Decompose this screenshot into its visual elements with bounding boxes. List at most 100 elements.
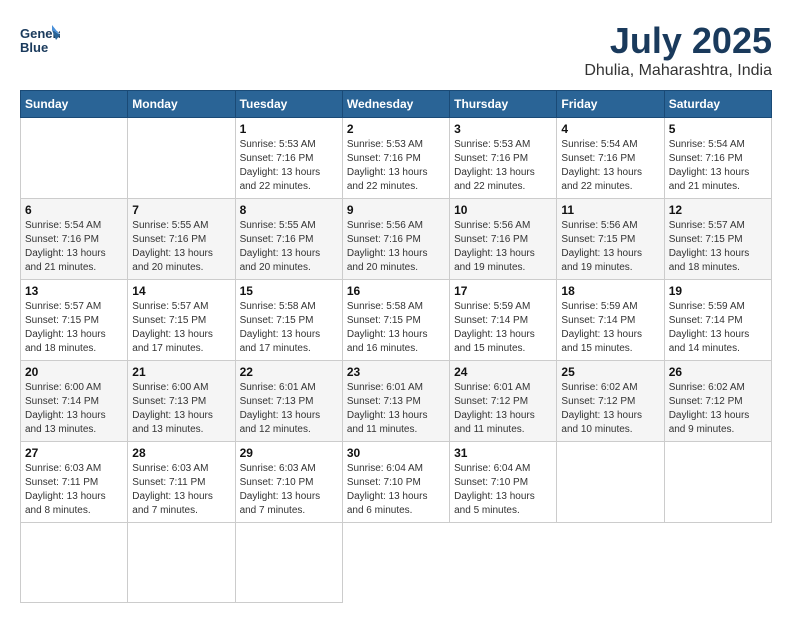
day-number: 24 [454,365,552,379]
day-info: Sunrise: 6:04 AMSunset: 7:10 PMDaylight:… [347,462,445,518]
location-title: Dhulia, Maharashtra, India [584,62,772,80]
day-number: 4 [561,122,659,136]
calendar-day-19: 19 Sunrise: 5:59 AMSunset: 7:14 PMDayligh… [664,280,771,361]
day-info: Sunrise: 6:01 AMSunset: 7:13 PMDaylight:… [347,381,445,437]
month-title: July 2025 [584,20,772,62]
day-number: 12 [669,203,767,217]
day-info: Sunrise: 5:53 AMSunset: 7:16 PMDaylight:… [454,138,552,194]
day-info: Sunrise: 6:03 AMSunset: 7:11 PMDaylight:… [132,462,230,518]
page-header: General Blue July 2025 Dhulia, Maharasht… [20,20,772,80]
calendar-day-4: 4 Sunrise: 5:54 AMSunset: 7:16 PMDaylight… [557,118,664,199]
weekday-header-friday: Friday [557,91,664,118]
day-info: Sunrise: 5:54 AMSunset: 7:16 PMDaylight:… [25,219,123,275]
calendar-row-4: 27 Sunrise: 6:03 AMSunset: 7:11 PMDayligh… [21,442,772,523]
day-info: Sunrise: 5:53 AMSunset: 7:16 PMDaylight:… [240,138,338,194]
calendar-empty [128,523,235,603]
calendar-day-1: 1 Sunrise: 5:53 AMSunset: 7:16 PMDaylight… [235,118,342,199]
day-number: 31 [454,446,552,460]
calendar-day-13: 13 Sunrise: 5:57 AMSunset: 7:15 PMDayligh… [21,280,128,361]
calendar-day-18: 18 Sunrise: 5:59 AMSunset: 7:14 PMDayligh… [557,280,664,361]
day-info: Sunrise: 5:59 AMSunset: 7:14 PMDaylight:… [454,300,552,356]
logo: General Blue [20,20,60,60]
day-number: 17 [454,284,552,298]
day-info: Sunrise: 5:54 AMSunset: 7:16 PMDaylight:… [561,138,659,194]
calendar-row-2: 13 Sunrise: 5:57 AMSunset: 7:15 PMDayligh… [21,280,772,361]
calendar-day-26: 26Sunrise: 6:02 AMSunset: 7:12 PMDayligh… [664,361,771,442]
day-info: Sunrise: 6:03 AMSunset: 7:10 PMDaylight:… [240,462,338,518]
day-info: Sunrise: 5:56 AMSunset: 7:16 PMDaylight:… [454,219,552,275]
day-number: 1 [240,122,338,136]
day-info: Sunrise: 5:56 AMSunset: 7:16 PMDaylight:… [347,219,445,275]
calendar-day-22: 22Sunrise: 6:01 AMSunset: 7:13 PMDayligh… [235,361,342,442]
calendar-empty [664,442,771,523]
day-number: 2 [347,122,445,136]
day-info: Sunrise: 5:57 AMSunset: 7:15 PMDaylight:… [132,300,230,356]
calendar-empty [557,442,664,523]
calendar-day-29: 29 Sunrise: 6:03 AMSunset: 7:10 PMDayligh… [235,442,342,523]
calendar-row-5 [21,523,772,603]
calendar-day-7: 7 Sunrise: 5:55 AMSunset: 7:16 PMDaylight… [128,199,235,280]
calendar-empty [21,523,128,603]
day-number: 29 [240,446,338,460]
calendar-day-12: 12 Sunrise: 5:57 AMSunset: 7:15 PMDayligh… [664,199,771,280]
weekday-header-thursday: Thursday [450,91,557,118]
day-info: Sunrise: 6:00 AMSunset: 7:13 PMDaylight:… [132,381,230,437]
calendar-day-30: 30 Sunrise: 6:04 AMSunset: 7:10 PMDayligh… [342,442,449,523]
day-number: 20 [25,365,123,379]
day-number: 23 [347,365,445,379]
calendar-day-11: 11Sunrise: 5:56 AMSunset: 7:15 PMDayligh… [557,199,664,280]
calendar-day-10: 10Sunrise: 5:56 AMSunset: 7:16 PMDayligh… [450,199,557,280]
day-number: 27 [25,446,123,460]
calendar-day-17: 17 Sunrise: 5:59 AMSunset: 7:14 PMDayligh… [450,280,557,361]
weekday-header-tuesday: Tuesday [235,91,342,118]
day-info: Sunrise: 6:04 AMSunset: 7:10 PMDaylight:… [454,462,552,518]
day-info: Sunrise: 5:53 AMSunset: 7:16 PMDaylight:… [347,138,445,194]
day-info: Sunrise: 5:55 AMSunset: 7:16 PMDaylight:… [132,219,230,275]
day-info: Sunrise: 5:55 AMSunset: 7:16 PMDaylight:… [240,219,338,275]
day-number: 6 [25,203,123,217]
day-info: Sunrise: 5:59 AMSunset: 7:14 PMDaylight:… [561,300,659,356]
day-info: Sunrise: 5:56 AMSunset: 7:15 PMDaylight:… [561,219,659,275]
day-info: Sunrise: 6:01 AMSunset: 7:12 PMDaylight:… [454,381,552,437]
day-number: 25 [561,365,659,379]
day-number: 15 [240,284,338,298]
day-number: 22 [240,365,338,379]
day-number: 7 [132,203,230,217]
day-info: Sunrise: 5:58 AMSunset: 7:15 PMDaylight:… [347,300,445,356]
calendar-day-25: 25Sunrise: 6:02 AMSunset: 7:12 PMDayligh… [557,361,664,442]
day-info: Sunrise: 6:00 AMSunset: 7:14 PMDaylight:… [25,381,123,437]
calendar-empty [21,118,128,199]
calendar-day-9: 9 Sunrise: 5:56 AMSunset: 7:16 PMDaylight… [342,199,449,280]
calendar-day-20: 20 Sunrise: 6:00 AMSunset: 7:14 PMDayligh… [21,361,128,442]
day-info: Sunrise: 5:58 AMSunset: 7:15 PMDaylight:… [240,300,338,356]
day-info: Sunrise: 5:59 AMSunset: 7:14 PMDaylight:… [669,300,767,356]
day-number: 18 [561,284,659,298]
calendar-day-28: 28Sunrise: 6:03 AMSunset: 7:11 PMDayligh… [128,442,235,523]
day-info: Sunrise: 5:57 AMSunset: 7:15 PMDaylight:… [669,219,767,275]
calendar-day-3: 3Sunrise: 5:53 AMSunset: 7:16 PMDaylight… [450,118,557,199]
day-number: 13 [25,284,123,298]
calendar-row-3: 20 Sunrise: 6:00 AMSunset: 7:14 PMDayligh… [21,361,772,442]
day-number: 9 [347,203,445,217]
calendar-table: SundayMondayTuesdayWednesdayThursdayFrid… [20,90,772,603]
calendar-empty [235,523,342,603]
calendar-row-0: 1 Sunrise: 5:53 AMSunset: 7:16 PMDaylight… [21,118,772,199]
day-number: 19 [669,284,767,298]
day-info: Sunrise: 5:57 AMSunset: 7:15 PMDaylight:… [25,300,123,356]
weekday-header-saturday: Saturday [664,91,771,118]
calendar-day-2: 2 Sunrise: 5:53 AMSunset: 7:16 PMDaylight… [342,118,449,199]
weekday-header-wednesday: Wednesday [342,91,449,118]
calendar-day-31: 31 Sunrise: 6:04 AMSunset: 7:10 PMDayligh… [450,442,557,523]
calendar-row-1: 6 Sunrise: 5:54 AMSunset: 7:16 PMDaylight… [21,199,772,280]
day-number: 30 [347,446,445,460]
calendar-day-16: 16Sunrise: 5:58 AMSunset: 7:15 PMDayligh… [342,280,449,361]
calendar-day-15: 15 Sunrise: 5:58 AMSunset: 7:15 PMDayligh… [235,280,342,361]
calendar-day-6: 6 Sunrise: 5:54 AMSunset: 7:16 PMDaylight… [21,199,128,280]
calendar-empty [128,118,235,199]
day-info: Sunrise: 5:54 AMSunset: 7:16 PMDaylight:… [669,138,767,194]
day-number: 14 [132,284,230,298]
day-info: Sunrise: 6:03 AMSunset: 7:11 PMDaylight:… [25,462,123,518]
weekday-header-sunday: Sunday [21,91,128,118]
svg-text:Blue: Blue [20,40,48,55]
calendar-day-23: 23 Sunrise: 6:01 AMSunset: 7:13 PMDayligh… [342,361,449,442]
